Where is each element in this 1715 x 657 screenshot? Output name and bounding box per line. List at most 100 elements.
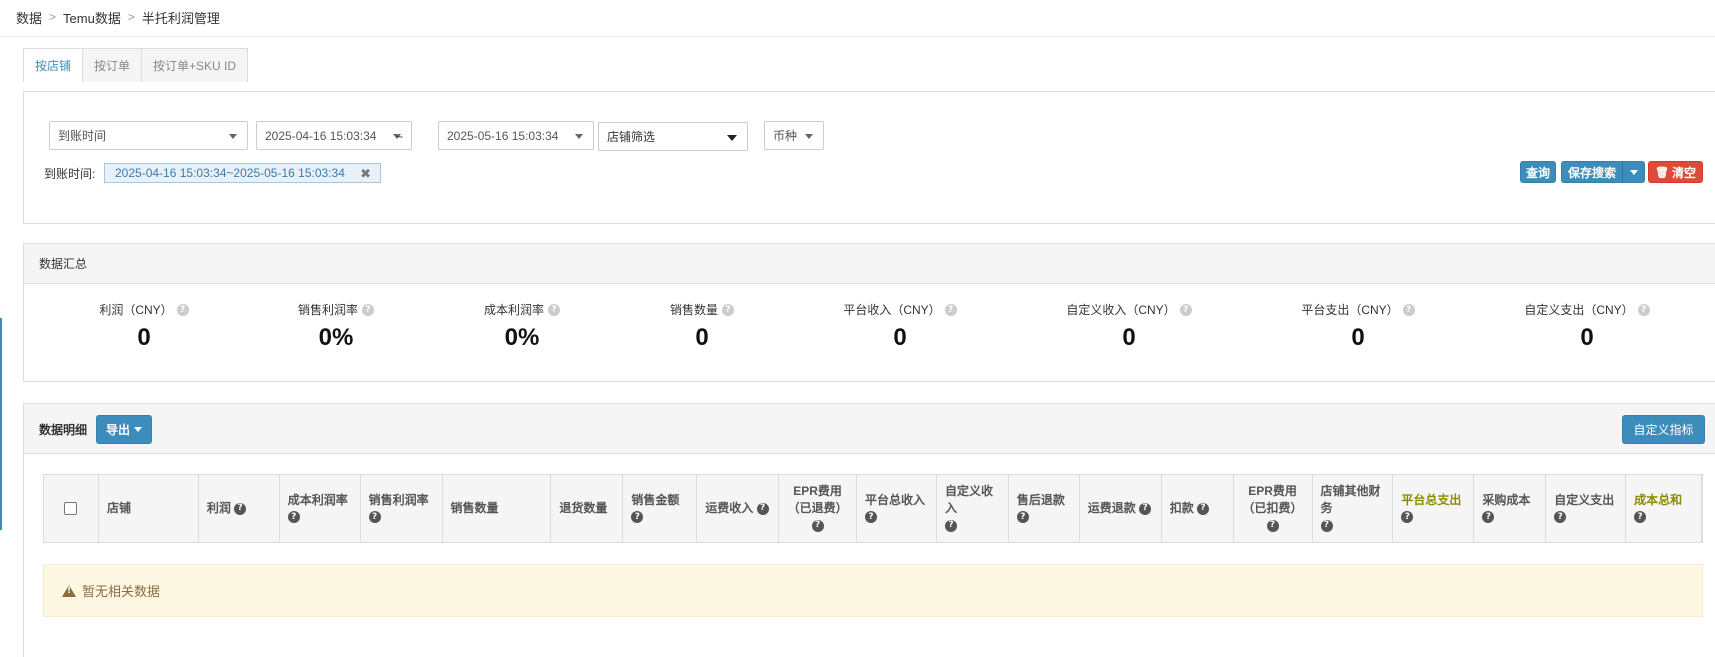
- help-icon[interactable]: ?: [368, 511, 381, 524]
- column-header[interactable]: 销售数量: [443, 475, 552, 542]
- export-button-label: 导出: [105, 423, 130, 437]
- metric-sales-qty: 销售数量? 0: [602, 301, 802, 352]
- column-header-text: 运费退款: [1087, 501, 1136, 515]
- condition-tag: 2025-04-16 15:03:34~2025-05-16 15:03:34 …: [104, 163, 381, 183]
- help-icon[interactable]: ?: [811, 519, 824, 532]
- column-header-text: 务: [1320, 501, 1333, 515]
- metric-cost-margin: 成本利润率? 0%: [422, 301, 622, 352]
- help-icon[interactable]: ?: [362, 303, 374, 316]
- column-header[interactable]: 采购成本 ?: [1474, 475, 1547, 542]
- help-icon[interactable]: ?: [631, 511, 644, 524]
- column-header-text: EPR费用: [1248, 484, 1297, 498]
- currency-select[interactable]: 币种: [764, 121, 824, 150]
- column-header[interactable]: 自定义收入?: [937, 475, 1009, 542]
- metric-label: 销售利润率: [297, 303, 358, 317]
- column-header-label: 成本总和 ?: [1634, 492, 1693, 526]
- column-header[interactable]: EPR费用 （已退费）?: [779, 475, 858, 542]
- start-date-value: 2025-04-16 15:03:34: [265, 128, 377, 143]
- help-icon[interactable]: ?: [1179, 303, 1192, 316]
- metric-label: 平台收入（CNY）: [843, 303, 941, 317]
- metric-platform-expense: 平台支出（CNY）? 0: [1258, 301, 1458, 352]
- help-icon[interactable]: ?: [1320, 519, 1333, 532]
- column-header-label: 店铺其他财务?: [1320, 483, 1381, 534]
- metric-profit: 利润（CNY）? 0: [44, 301, 244, 352]
- summary-title: 数据汇总: [39, 257, 88, 271]
- help-icon[interactable]: ?: [1482, 511, 1495, 524]
- column-header[interactable]: 店铺其他财务?: [1313, 475, 1394, 542]
- summary-panel: 数据汇总 利润（CNY）? 0 销售利润率? 0% 成本利润率? 0% 销售数量…: [23, 243, 1715, 382]
- column-header[interactable]: EPR费用 （已扣费）?: [1234, 475, 1313, 542]
- column-header-label: EPR费用 （已退费）?: [788, 483, 848, 534]
- help-icon[interactable]: ?: [548, 303, 560, 316]
- column-header[interactable]: 店铺: [99, 475, 199, 542]
- column-header[interactable]: 成本总和 ?: [1626, 475, 1703, 542]
- column-header[interactable]: 售后退款 ?: [1009, 475, 1080, 542]
- help-icon[interactable]: ?: [234, 502, 247, 515]
- clear-button-label: 清空: [1671, 165, 1696, 180]
- column-header-text: 退货数量: [559, 501, 608, 515]
- help-icon[interactable]: ?: [944, 303, 957, 316]
- left-accent-bar: [0, 318, 2, 530]
- caret-down-icon: [134, 427, 142, 432]
- help-icon[interactable]: ?: [722, 303, 734, 316]
- column-header-text: （已扣费）: [1242, 501, 1303, 515]
- save-search-button[interactable]: 保存搜索: [1561, 161, 1623, 183]
- metric-value: 0%: [504, 324, 540, 351]
- help-icon[interactable]: ?: [176, 303, 189, 316]
- metric-value: 0%: [318, 324, 354, 351]
- column-header-label: 运费退款 ?: [1087, 500, 1152, 517]
- help-icon[interactable]: ?: [1266, 519, 1279, 532]
- help-icon[interactable]: ?: [1197, 502, 1210, 515]
- column-header-text: 运费收入: [705, 501, 754, 515]
- help-icon[interactable]: ?: [756, 502, 769, 515]
- column-header[interactable]: 平台总支出?: [1393, 475, 1475, 542]
- column-header[interactable]: 平台总收入?: [857, 475, 937, 542]
- tab-by-order-sku[interactable]: 按订单+SKU ID: [141, 48, 249, 82]
- column-header-text: 店铺其他财: [1320, 484, 1381, 498]
- breadcrumb-item-temu[interactable]: Temu数据: [63, 8, 121, 27]
- column-header[interactable]: 销售金额 ?: [623, 475, 698, 542]
- column-header-text: 采购成本: [1482, 492, 1531, 507]
- help-icon[interactable]: ?: [1139, 502, 1152, 515]
- column-header[interactable]: 运费退款 ?: [1080, 475, 1162, 542]
- help-icon[interactable]: ?: [865, 511, 878, 524]
- help-icon[interactable]: ?: [944, 519, 957, 532]
- query-button[interactable]: 查询: [1520, 161, 1556, 183]
- tab-by-store[interactable]: 按店铺: [23, 48, 84, 82]
- tab-by-order[interactable]: 按订单: [82, 48, 143, 82]
- breadcrumb-item-current: 半托利润管理: [141, 10, 220, 26]
- column-header[interactable]: 成本利润率?: [280, 475, 361, 542]
- metric-label: 自定义收入（CNY）: [1066, 303, 1176, 317]
- help-icon[interactable]: ?: [1634, 511, 1647, 524]
- start-date-input[interactable]: 2025-04-16 15:03:34: [256, 121, 412, 150]
- help-icon[interactable]: ?: [1016, 511, 1029, 524]
- metric-label: 自定义支出（CNY）: [1524, 303, 1634, 317]
- store-filter-select[interactable]: 店铺筛选: [598, 122, 748, 151]
- column-header-label: EPR费用 （已扣费）?: [1243, 483, 1303, 534]
- close-icon[interactable]: ✖: [360, 166, 371, 182]
- caret-down-icon: [229, 134, 237, 139]
- help-icon[interactable]: ?: [287, 511, 300, 524]
- help-icon[interactable]: ?: [1554, 511, 1567, 524]
- select-all-checkbox[interactable]: [64, 502, 78, 515]
- help-icon[interactable]: ?: [1401, 511, 1414, 524]
- column-header[interactable]: 自定义支出?: [1546, 475, 1627, 542]
- column-header-text: 店铺: [106, 501, 131, 515]
- end-date-input[interactable]: 2025-05-16 15:03:34: [438, 121, 594, 150]
- clear-button[interactable]: 🗑 清空: [1648, 161, 1703, 183]
- column-header-label: 成本利润率?: [287, 492, 348, 526]
- column-header[interactable]: 销售利润率?: [361, 475, 443, 542]
- column-header[interactable]: 退货数量: [551, 475, 624, 542]
- export-button[interactable]: 导出: [96, 415, 152, 444]
- save-search-dropdown-button[interactable]: [1622, 161, 1645, 183]
- column-header[interactable]: 运费收入 ?: [697, 475, 780, 542]
- column-header[interactable]: 利润 ?: [199, 475, 280, 542]
- custom-metrics-button[interactable]: 自定义指标: [1622, 415, 1705, 444]
- breadcrumb-item-data[interactable]: 数据: [16, 8, 42, 27]
- help-icon[interactable]: ?: [1402, 303, 1415, 316]
- column-header[interactable]: 扣款 ?: [1162, 475, 1234, 542]
- column-header-label: 自定义收入?: [944, 483, 993, 534]
- help-icon[interactable]: ?: [1637, 303, 1650, 316]
- time-type-select[interactable]: 到账时间: [49, 121, 248, 150]
- metric-value: 0: [893, 324, 907, 351]
